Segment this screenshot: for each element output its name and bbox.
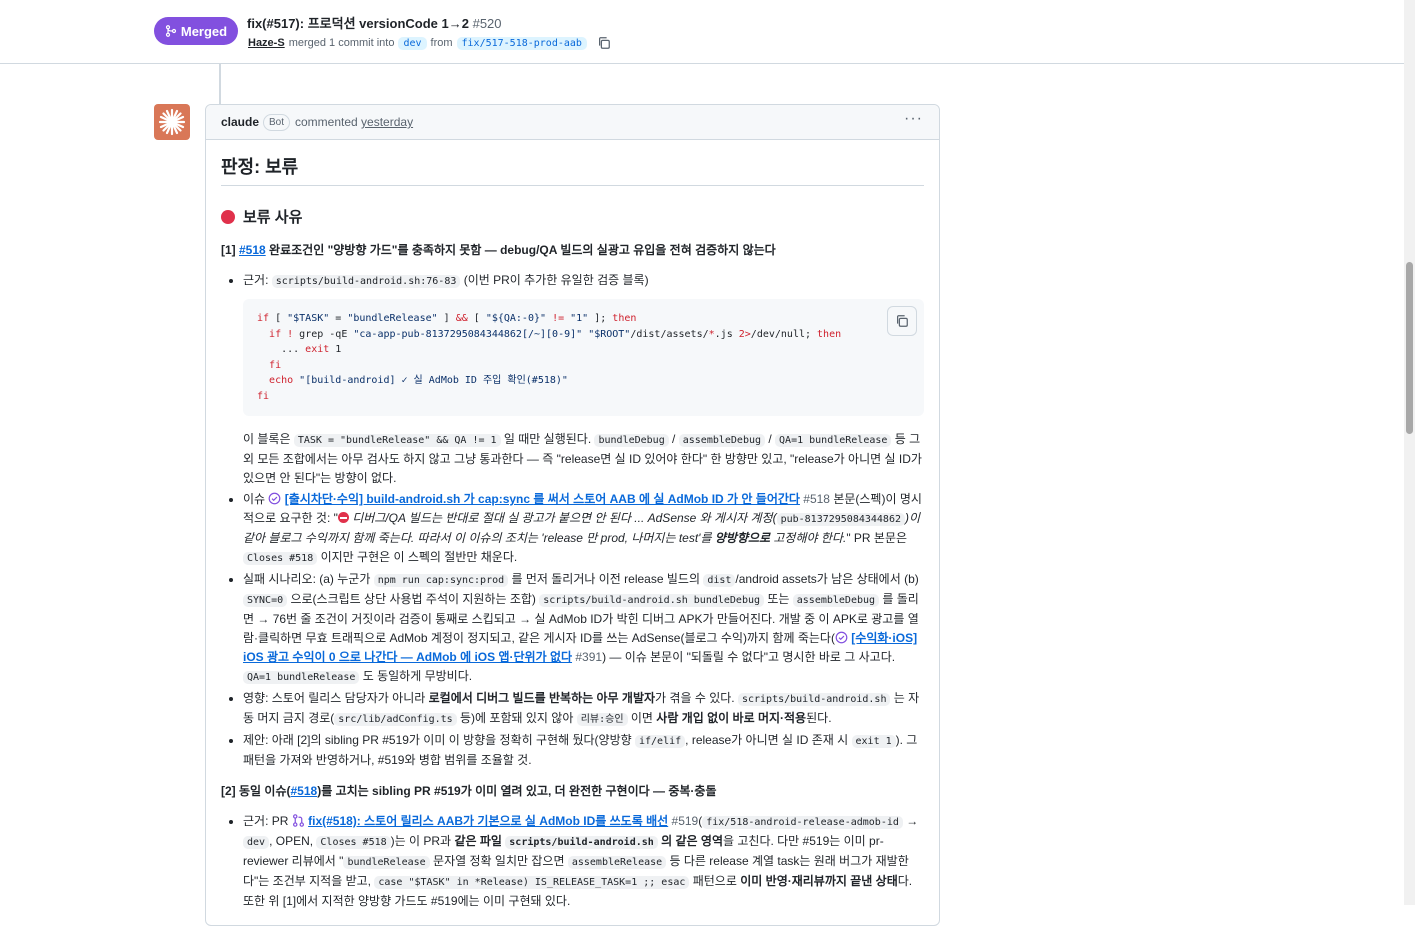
claude-logo-icon xyxy=(158,108,186,136)
code-line-6: fi xyxy=(257,390,270,402)
pr-merge-meta: Haze-S merged 1 commit into dev from fix… xyxy=(248,36,611,50)
pr-author-link[interactable]: Haze-S xyxy=(248,37,285,49)
issue-518-number: #518 xyxy=(799,492,830,506)
red-circle-icon xyxy=(221,209,235,224)
copy-icon[interactable] xyxy=(597,36,611,50)
bot-badge: Bot xyxy=(263,114,291,131)
comment-author[interactable]: claude xyxy=(221,115,259,129)
section-1-list: 근거: scripts/build-android.sh:76-83 (이번 P… xyxy=(221,271,924,770)
b1-code: scripts/build-android.sh:76-83 xyxy=(271,275,461,288)
section-1-heading: [1] #518 완료조건인 "양방향 가드"를 충족하지 못함 — debug… xyxy=(221,241,924,259)
pull-request-icon xyxy=(292,814,304,827)
code-line-2: if ! grep -qE "ca-app-pub-81372950843448… xyxy=(269,328,842,340)
issue-518-title-link[interactable]: [출시차단·수익] build-android.sh 가 cap:sync 를 … xyxy=(285,492,800,506)
timeline-line xyxy=(219,63,221,105)
list-item: 제안: 아래 [2]의 sibling PR #519가 이미 이 방향을 정확… xyxy=(243,731,924,770)
list-item: 영향: 스토어 릴리스 담당자가 아니라 로컬에서 디버그 빌드를 반복하는 아… xyxy=(243,689,924,729)
code-line-3: ... exit 1 xyxy=(257,344,342,355)
check-circle-icon xyxy=(835,631,848,644)
list-item: 실패 시나리오: (a) 누군가 npm run cap:sync:prod 를… xyxy=(243,570,924,687)
issue-391-number: #391 xyxy=(572,650,603,664)
comment-body: 판정: 보류 보류 사유 [1] #518 완료조건인 "양방향 가드"를 충족… xyxy=(221,153,924,913)
copy-icon xyxy=(897,315,908,327)
commented-text: commented xyxy=(295,115,358,129)
merged-status-badge: Merged xyxy=(154,17,238,45)
merged-label: Merged xyxy=(180,23,228,39)
list-item: 근거: PR fix(#518): 스토어 릴리스 AAB가 기본으로 실 Ad… xyxy=(243,812,924,911)
code-block: if [ "$TASK" = "bundleRelease" ] && [ "$… xyxy=(243,299,924,416)
issue-518-link[interactable]: #518 xyxy=(239,243,266,257)
b1-after: (이번 PR이 추가한 유일한 검증 블록) xyxy=(460,273,649,287)
claude-avatar[interactable] xyxy=(154,104,190,140)
verdict-heading: 판정: 보류 xyxy=(221,153,924,186)
hold-reasons-heading: 보류 사유 xyxy=(221,206,924,227)
section-1-text: 완료조건인 "양방향 가드"를 충족하지 못함 — debug/QA 빌드의 실… xyxy=(265,243,776,257)
check-circle-icon xyxy=(269,492,281,505)
sticky-pr-header: Merged fix(#517): 프로덕션 versionCode 1→2 #… xyxy=(0,0,1404,64)
head-branch[interactable]: fix/517-518-prod-aab xyxy=(456,36,587,50)
merge-icon xyxy=(165,25,176,37)
code-line-5: echo "[build-android] ✓ 실 AdMob ID 주입 확인… xyxy=(269,375,568,386)
pr-title: fix(#517): 프로덕션 versionCode 1→2 #520 xyxy=(247,13,502,32)
code-line-1: if [ "$TASK" = "bundleRelease" ] && [ "$… xyxy=(257,313,637,324)
code-line-4: fi xyxy=(269,359,282,371)
hold-reasons-title: 보류 사유 xyxy=(243,209,303,226)
scrollbar-thumb[interactable] xyxy=(1406,262,1413,434)
pr-519-number: #519 xyxy=(668,814,699,828)
comment-action: commented yesterday xyxy=(295,115,413,129)
section-2-heading: [2] 동일 이슈(#518)를 고치는 sibling PR #519가 이미… xyxy=(221,784,717,798)
stop-icon xyxy=(337,512,349,523)
comment-timestamp[interactable]: yesterday xyxy=(361,115,413,129)
page-scrollbar[interactable] xyxy=(1404,0,1415,905)
pr-number: #520 xyxy=(472,16,502,31)
review-comment: claude Bot commented yesterday ··· 판정: 보… xyxy=(205,104,940,926)
list-item: 근거: scripts/build-android.sh:76-83 (이번 P… xyxy=(243,271,924,488)
section-1-prefix: [1] xyxy=(221,243,239,257)
pr-title-text: fix(#517): 프로덕션 versionCode 1→2 xyxy=(247,16,469,31)
b1-explanation: 이 블록은 TASK = "bundleRelease" && QA != 1 … xyxy=(243,432,922,485)
base-branch[interactable]: dev xyxy=(398,36,427,50)
pr-519-title-link[interactable]: fix(#518): 스토어 릴리스 AAB가 기본으로 실 AdMob ID를… xyxy=(308,814,668,828)
copy-code-button[interactable] xyxy=(887,306,917,336)
kebab-menu-icon[interactable]: ··· xyxy=(904,110,923,128)
comment-header: claude Bot commented yesterday ··· xyxy=(206,105,939,140)
b1-label: 근거: xyxy=(243,273,272,287)
merged-text: merged 1 commit into xyxy=(288,37,395,49)
list-item: 이슈 [출시차단·수익] build-android.sh 가 cap:sync… xyxy=(243,490,924,568)
from-text: from xyxy=(430,37,453,49)
issue-518-link-2[interactable]: #518 xyxy=(291,784,318,798)
section-2-list: 근거: PR fix(#518): 스토어 릴리스 AAB가 기본으로 실 Ad… xyxy=(221,812,924,911)
